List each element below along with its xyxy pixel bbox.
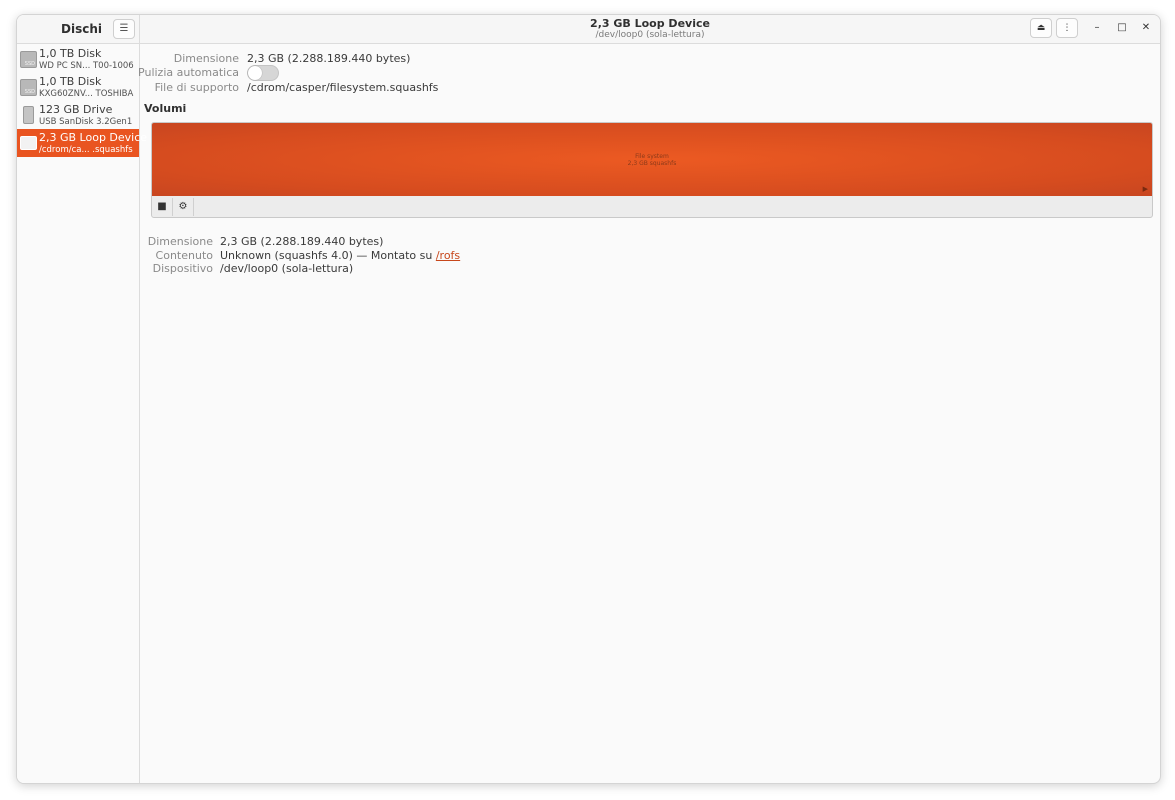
disk-list: SSD 1,0 TB Disk WD PC SN... T00-1006 SSD…	[17, 45, 147, 157]
disk-subtitle: /cdrom/ca... .squashfs	[39, 145, 133, 155]
autoclear-toggle[interactable]	[247, 65, 279, 81]
disk-item-toshiba-ssd[interactable]: SSD 1,0 TB Disk KXG60ZNV... TOSHIBA	[17, 73, 139, 101]
eject-button[interactable]: ⏏	[1030, 18, 1052, 38]
sidebar-header: Dischi ☰	[17, 15, 139, 44]
backing-file-label: File di supporto	[154, 81, 239, 94]
maximize-button[interactable]: □	[1115, 21, 1129, 35]
autoclear-row: Pulizia automatica	[138, 66, 540, 80]
backing-file-row: File di supporto /cdrom/casper/filesyste…	[140, 81, 640, 95]
window-subtitle: /dev/loop0 (sola-lettura)	[595, 30, 705, 40]
disk-item-usb-drive[interactable]: 123 GB Drive USB SanDisk 3.2Gen1	[17, 101, 139, 129]
disk-name: 123 GB Drive	[39, 103, 113, 116]
volume-content-label: Contenuto	[155, 249, 213, 262]
minimize-button[interactable]: –	[1090, 21, 1104, 35]
volume-device-row: Dispositivo /dev/loop0 (sola-lettura)	[140, 262, 540, 276]
device-size-label: Dimensione	[173, 52, 239, 65]
volume-toolbar: ■ ⚙	[152, 196, 1152, 217]
mounted-indicator-icon: ▶	[1142, 185, 1148, 193]
disk-name: 2,3 GB Loop Device	[39, 131, 148, 144]
close-icon: ✕	[1141, 22, 1151, 33]
volume-label: File system	[635, 153, 669, 160]
mount-point-link[interactable]: /rofs	[436, 249, 460, 262]
volume-content-value: Unknown (squashfs 4.0) — Montato su /rof…	[220, 249, 460, 262]
volume-device-value: /dev/loop0 (sola-lettura)	[220, 262, 354, 275]
toggle-knob	[248, 66, 262, 80]
disk-subtitle: KXG60ZNV... TOSHIBA	[39, 89, 134, 99]
device-size-value: 2,3 GB (2.288.189.440 bytes)	[247, 52, 411, 65]
ssd-icon: SSD	[20, 79, 37, 96]
eject-icon: ⏏	[1036, 23, 1046, 33]
disk-name: 1,0 TB Disk	[39, 75, 102, 88]
disk-name: 1,0 TB Disk	[39, 47, 102, 60]
maximize-icon: □	[1117, 22, 1127, 33]
volume-device-label: Dispositivo	[152, 262, 213, 275]
window-title: 2,3 GB Loop Device	[590, 17, 710, 30]
gear-icon: ⚙	[178, 201, 188, 212]
disk-item-wd-ssd[interactable]: SSD 1,0 TB Disk WD PC SN... T00-1006	[17, 45, 139, 73]
volume-content-text: Unknown (squashfs 4.0) — Montato su	[220, 249, 436, 262]
volume-size-value: 2,3 GB (2.288.189.440 bytes)	[220, 235, 384, 248]
main-content: Dimensione 2,3 GB (2.288.189.440 bytes) …	[138, 44, 1160, 783]
sidebar-title: Dischi	[61, 22, 102, 36]
close-button[interactable]: ✕	[1139, 21, 1153, 35]
minimize-icon: –	[1094, 22, 1100, 33]
volume-size-row: Dimensione 2,3 GB (2.288.189.440 bytes)	[140, 235, 540, 249]
volume-options-button[interactable]: ⚙	[173, 198, 194, 216]
sidebar: Dischi ☰ SSD 1,0 TB Disk WD PC SN... T00…	[17, 15, 147, 783]
volumes-title: Volumi	[144, 102, 187, 115]
loop-device-icon	[20, 136, 37, 150]
more-options-button[interactable]: ⋮	[1056, 18, 1078, 38]
backing-file-value: /cdrom/casper/filesystem.squashfs	[247, 81, 439, 94]
hamburger-menu-button[interactable]: ☰	[113, 19, 135, 39]
stop-volume-button[interactable]: ■	[152, 198, 173, 216]
device-size-row: Dimensione 2,3 GB (2.288.189.440 bytes)	[140, 52, 540, 66]
header-bar: 2,3 GB Loop Device /dev/loop0 (sola-lett…	[140, 15, 1160, 44]
hamburger-menu-icon: ☰	[119, 23, 129, 34]
disks-window: Dischi ☰ SSD 1,0 TB Disk WD PC SN... T00…	[16, 14, 1161, 784]
more-vertical-icon: ⋮	[1062, 23, 1072, 33]
ssd-icon: SSD	[20, 51, 37, 68]
volume-size-label: 2,3 GB squashfs	[627, 160, 677, 167]
volume-size-label: Dimensione	[147, 235, 213, 248]
autoclear-label: Pulizia automatica	[138, 66, 239, 79]
usb-drive-icon	[23, 106, 34, 124]
volume-partition-squashfs[interactable]: File system 2,3 GB squashfs ▶	[152, 123, 1152, 196]
disk-subtitle: WD PC SN... T00-1006	[39, 61, 134, 71]
disk-item-loop-device[interactable]: 2,3 GB Loop Device /cdrom/ca... .squashf…	[17, 129, 147, 157]
disk-subtitle: USB SanDisk 3.2Gen1	[39, 117, 133, 127]
stop-icon: ■	[157, 201, 167, 212]
volume-content-row: Contenuto Unknown (squashfs 4.0) — Monta…	[140, 249, 540, 263]
volume-map: File system 2,3 GB squashfs ▶ ■ ⚙	[151, 122, 1153, 218]
